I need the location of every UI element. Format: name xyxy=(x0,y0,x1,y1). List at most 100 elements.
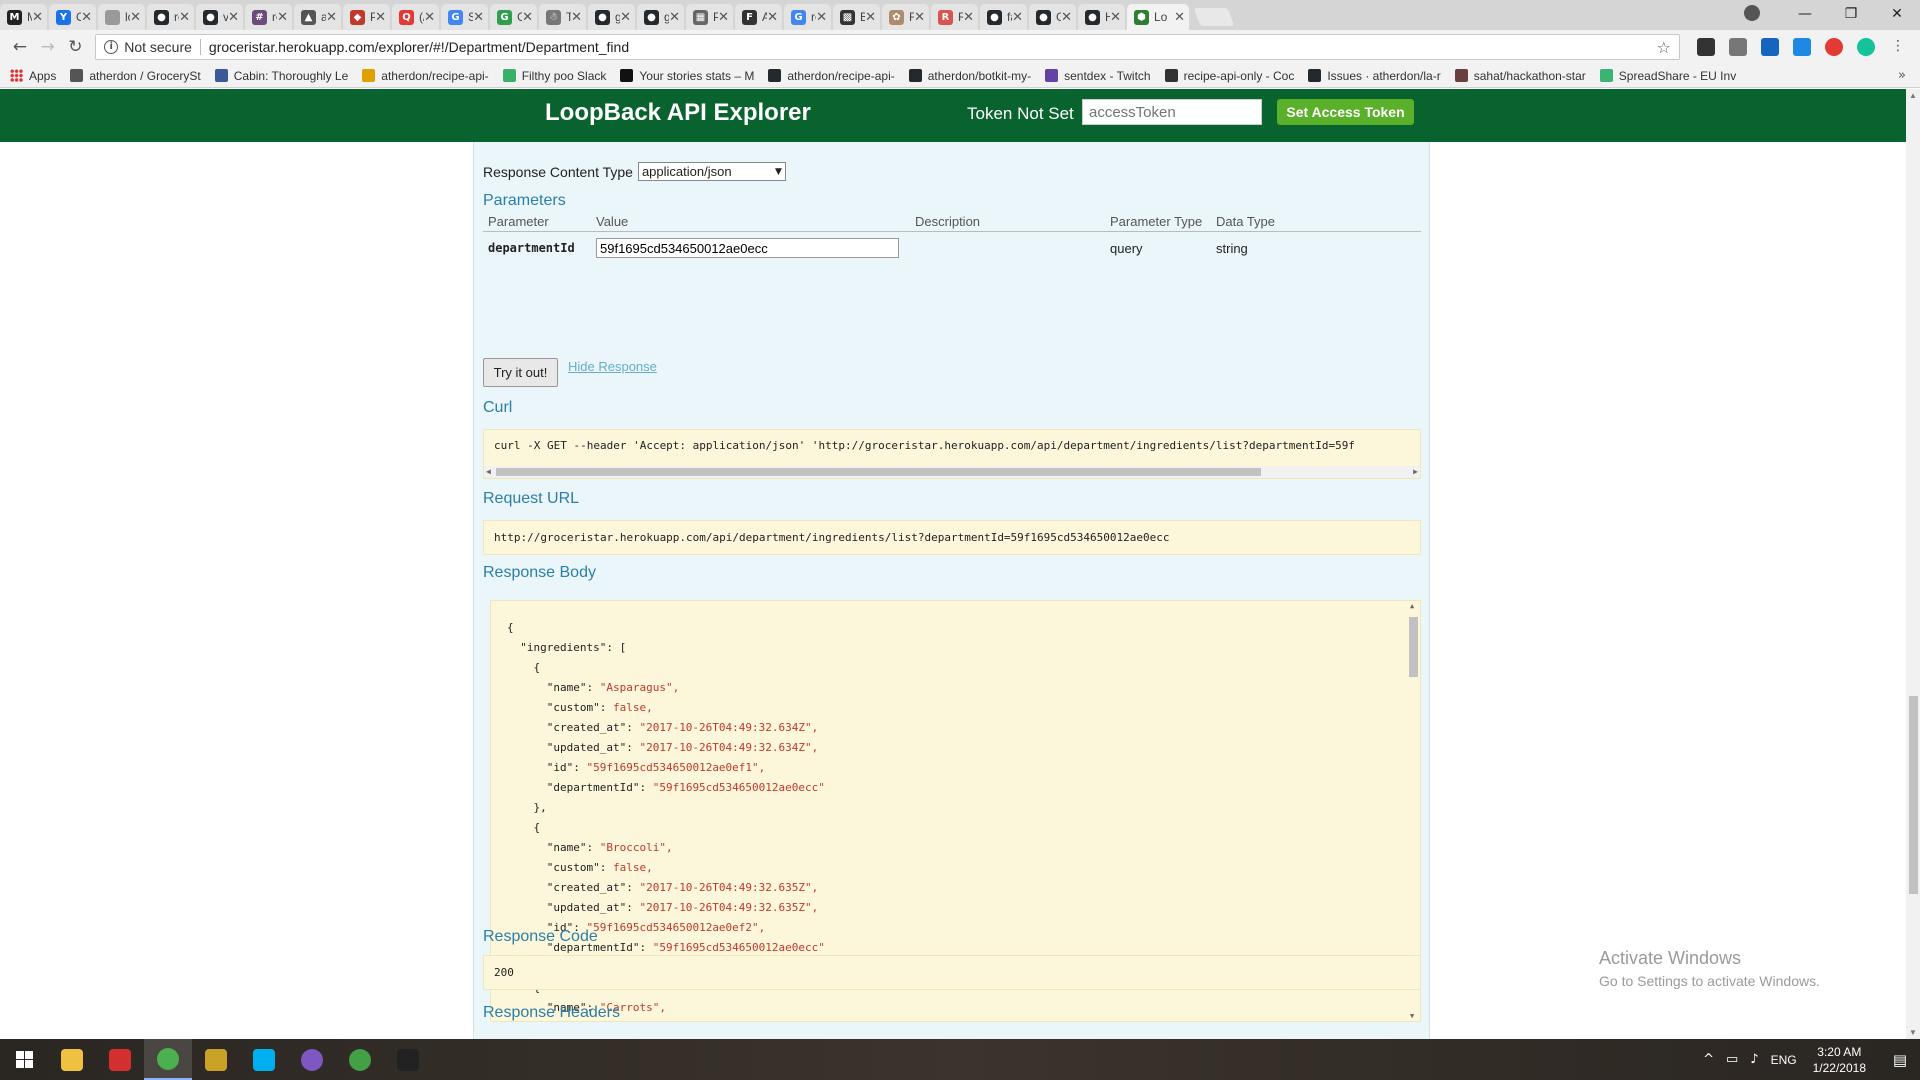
tab-close-icon[interactable]: ✕ xyxy=(277,10,288,25)
grammarly-icon[interactable] xyxy=(1857,38,1876,56)
browser-tab[interactable]: ✿Fu✕ xyxy=(882,4,929,30)
bookmark-item[interactable]: Apps xyxy=(10,69,56,83)
tab-close-icon[interactable]: ✕ xyxy=(522,10,533,25)
tab-close-icon[interactable]: ✕ xyxy=(669,10,680,25)
start-button[interactable] xyxy=(0,1039,48,1080)
profile-icon[interactable] xyxy=(1744,5,1760,21)
browser-tab[interactable]: ⬢ Lo ✕ xyxy=(1127,4,1189,30)
browser-tab[interactable]: #re✕ xyxy=(245,4,292,30)
tab-close-icon[interactable]: ✕ xyxy=(228,10,239,25)
notifications-icon[interactable]: ▤ xyxy=(1880,1051,1920,1069)
browser-tab[interactable]: RRe✕ xyxy=(931,4,978,30)
bookmark-item[interactable]: atherdon/recipe-api- xyxy=(768,69,895,83)
tab-close-icon[interactable]: ✕ xyxy=(914,10,925,25)
forward-icon[interactable]: → xyxy=(34,37,62,57)
response-content-type-select[interactable]: application/json ▼ xyxy=(637,162,786,181)
bookmark-item[interactable]: Issues · atherdon/la-r xyxy=(1308,69,1441,83)
tab-close-icon[interactable]: ✕ xyxy=(424,10,435,25)
tab-close-icon[interactable]: ✕ xyxy=(375,10,386,25)
tab-close-icon[interactable]: ✕ xyxy=(767,10,778,25)
bookmark-item[interactable]: Your stories stats – M xyxy=(620,69,754,83)
tab-close-icon[interactable]: ✕ xyxy=(620,10,631,25)
bookmark-item[interactable]: SpreadShare - EU Inv xyxy=(1599,69,1736,83)
browser-tab[interactable]: ▦Pr✕ xyxy=(686,4,733,30)
network-icon[interactable]: ▭ xyxy=(1726,1052,1738,1067)
scroll-down-icon[interactable]: ▼ xyxy=(1909,1028,1917,1037)
chevron-up-icon[interactable]: ^ xyxy=(1703,1052,1714,1067)
scroll-right-icon[interactable]: ▶ xyxy=(1413,466,1418,478)
tab-close-icon[interactable]: ✕ xyxy=(865,10,876,25)
scrollbar-thumb[interactable] xyxy=(1409,617,1418,677)
browser-tab[interactable]: ☃Tr✕ xyxy=(539,4,586,30)
browser-tab[interactable]: ●fa✕ xyxy=(980,4,1027,30)
browser-tab[interactable]: ●va✕ xyxy=(196,4,243,30)
tab-close-icon[interactable]: ✕ xyxy=(718,10,729,25)
bookmark-item[interactable]: sentdex - Twitch xyxy=(1045,69,1151,83)
browser-tab[interactable]: ● G ✕ xyxy=(1029,4,1076,30)
volume-icon[interactable]: ♪ xyxy=(1750,1052,1758,1067)
browser-tab[interactable]: Y O ✕ xyxy=(49,4,96,30)
browser-tab[interactable]: ●gr✕ xyxy=(588,4,635,30)
taskbar-app[interactable] xyxy=(288,1039,336,1080)
tab-close-icon[interactable]: ✕ xyxy=(1110,10,1121,25)
browser-tab[interactable]: ●re✕ xyxy=(147,4,194,30)
bookmark-item[interactable]: atherdon/recipe-api- xyxy=(362,69,489,83)
bookmarks-overflow-icon[interactable]: » xyxy=(1898,68,1906,83)
opera-icon[interactable] xyxy=(1825,38,1844,56)
language-indicator[interactable]: ENG xyxy=(1771,1053,1797,1067)
bookmark-star-icon[interactable]: ☆ xyxy=(1657,38,1671,57)
browser-tab[interactable]: M M ✕ xyxy=(0,4,47,30)
page-scrollbar[interactable]: ▲ ▼ xyxy=(1906,89,1920,1039)
scroll-left-icon[interactable]: ◀ xyxy=(486,466,491,478)
tab-close-icon[interactable]: ✕ xyxy=(1012,10,1023,25)
scrollbar-thumb[interactable] xyxy=(496,468,1261,476)
scroll-up-icon[interactable]: ▲ xyxy=(1909,91,1917,100)
minimize-icon[interactable]: — xyxy=(1782,6,1828,22)
bookmark-item[interactable]: atherdon / GrocerySt xyxy=(70,69,201,83)
browser-tab[interactable]: ▲at✕ xyxy=(294,4,341,30)
browser-tab[interactable]: F A ✕ xyxy=(735,4,782,30)
tab-close-icon[interactable]: ✕ xyxy=(1174,10,1185,25)
bookmark-item[interactable]: atherdon/botkit-my- xyxy=(908,69,1031,83)
browser-tab[interactable]: ● H ✕ xyxy=(1078,4,1125,30)
access-token-input[interactable] xyxy=(1082,99,1262,125)
tab-close-icon[interactable]: ✕ xyxy=(1061,10,1072,25)
horizontal-scrollbar[interactable]: ◀ ▶ xyxy=(484,466,1420,478)
bookmark-item[interactable]: Filthy poo Slack xyxy=(502,69,606,83)
info-icon[interactable]: i xyxy=(104,40,119,54)
department-id-input[interactable] xyxy=(596,238,899,258)
new-tab-button[interactable] xyxy=(1193,8,1235,26)
set-access-token-button[interactable]: Set Access Token xyxy=(1277,99,1414,125)
taskbar-app[interactable] xyxy=(96,1039,144,1080)
tab-close-icon[interactable]: ✕ xyxy=(130,10,141,25)
tab-close-icon[interactable]: ✕ xyxy=(32,10,43,25)
reload-icon[interactable]: ↻ xyxy=(61,37,89,57)
taskbar-app[interactable] xyxy=(144,1039,192,1080)
try-it-out-button[interactable]: Try it out! xyxy=(483,358,558,387)
menu-kebab-icon[interactable]: ⋮ xyxy=(1889,38,1907,56)
page-scrollbar-thumb[interactable] xyxy=(1909,696,1918,894)
clock[interactable]: 3:20 AM 1/22/2018 xyxy=(1813,1044,1866,1076)
taskbar-app[interactable] xyxy=(384,1039,432,1080)
tab-close-icon[interactable]: ✕ xyxy=(473,10,484,25)
close-window-icon[interactable]: ✕ xyxy=(1874,6,1920,22)
taskbar-app[interactable] xyxy=(192,1039,240,1080)
extension-icon[interactable] xyxy=(1697,38,1716,56)
url-text[interactable]: groceristar.herokuapp.com/explorer/#!/De… xyxy=(209,39,629,55)
restore-icon[interactable]: ❐ xyxy=(1828,6,1874,22)
extension-icon[interactable] xyxy=(1793,38,1812,56)
tab-close-icon[interactable]: ✕ xyxy=(326,10,337,25)
scroll-up-icon[interactable]: ▲ xyxy=(1410,602,1414,610)
browser-tab[interactable]: Gre✕ xyxy=(784,4,831,30)
taskbar-app[interactable] xyxy=(240,1039,288,1080)
browser-tab[interactable]: GSc✕ xyxy=(441,4,488,30)
browser-tab[interactable]: lo✕ xyxy=(98,4,145,30)
eyedropper-icon[interactable] xyxy=(1729,38,1748,56)
tab-close-icon[interactable]: ✕ xyxy=(816,10,827,25)
tab-close-icon[interactable]: ✕ xyxy=(963,10,974,25)
bookmark-item[interactable]: sahat/hackathon-star xyxy=(1454,69,1586,83)
tab-close-icon[interactable]: ✕ xyxy=(571,10,582,25)
browser-tab[interactable]: ◆Pr✕ xyxy=(343,4,390,30)
vimeo-extension-icon[interactable] xyxy=(1761,38,1780,56)
tab-close-icon[interactable]: ✕ xyxy=(179,10,190,25)
